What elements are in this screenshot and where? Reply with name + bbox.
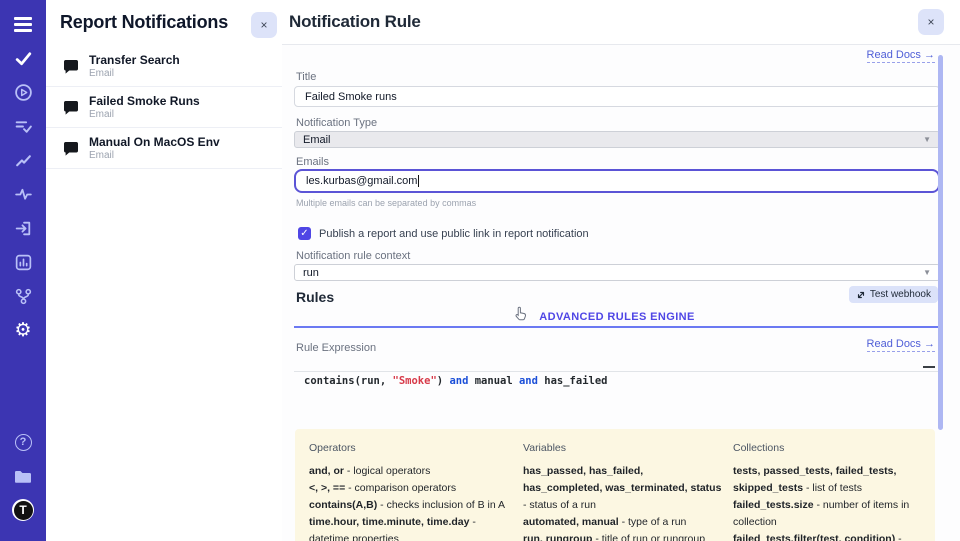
emails-input[interactable]: les.kurbas@gmail.com <box>294 169 940 193</box>
text-caret <box>418 175 419 187</box>
report-notifications-panel: Report Notifications × Transfer Search E… <box>46 0 282 541</box>
operators-heading: Operators <box>309 442 515 454</box>
item-subtitle: Email <box>89 68 180 79</box>
trend-steps-icon[interactable] <box>12 149 34 171</box>
folder-icon[interactable] <box>12 465 34 487</box>
context-label: Notification rule context <box>296 250 410 262</box>
help-entry: has_passed, has_failed, has_completed, w… <box>523 463 725 514</box>
context-value: run <box>303 267 319 279</box>
read-docs-link[interactable]: Read Docs → <box>867 338 935 352</box>
test-webhook-label: Test webhook <box>870 289 931 300</box>
activity-pulse-icon[interactable] <box>12 183 34 205</box>
git-fork-icon[interactable] <box>12 285 34 307</box>
help-entry: <, >, == - comparison operators <box>309 480 515 497</box>
help-entry: failed_tests.filter(test, condition) - f… <box>733 531 921 541</box>
tab-advanced-rules-engine[interactable]: ADVANCED RULES ENGINE <box>539 308 695 323</box>
resize-handle[interactable] <box>923 366 935 368</box>
title-value: Failed Smoke runs <box>305 91 397 103</box>
rule-expression-label: Rule Expression <box>296 342 376 354</box>
item-subtitle: Email <box>89 150 220 161</box>
app-window: ⚙ ? T Report Notifications × Transfer Se… <box>0 0 960 541</box>
chat-bubble-icon <box>62 58 80 75</box>
code-token: and <box>519 375 538 387</box>
checkbox-checked-icon[interactable] <box>298 227 311 240</box>
page-title: Notification Rule <box>289 12 421 32</box>
help-entry: time.hour, time.minute, time.day - datet… <box>309 514 515 541</box>
context-select[interactable]: run ▼ <box>294 264 940 281</box>
chevron-down-icon: ▼ <box>923 135 931 144</box>
title-input[interactable]: Failed Smoke runs <box>294 86 940 107</box>
hamburger-menu-icon[interactable] <box>12 13 34 35</box>
item-title: Manual On MacOS Env <box>89 135 220 149</box>
check-icon[interactable] <box>12 47 34 69</box>
list-item[interactable]: Failed Smoke Runs Email <box>46 87 282 128</box>
panel-close-button[interactable]: × <box>251 12 277 38</box>
help-entry: contains(A,B) - checks inclusion of B in… <box>309 497 515 514</box>
publish-checkbox-row[interactable]: Publish a report and use public link in … <box>298 227 589 240</box>
form-close-button[interactable]: × <box>918 9 944 35</box>
collections-heading: Collections <box>733 442 921 454</box>
help-entry: and, or - logical operators <box>309 463 515 480</box>
chevron-down-icon: ▼ <box>923 268 931 277</box>
code-token: ) <box>437 375 450 387</box>
bar-chart-icon[interactable] <box>12 251 34 273</box>
play-circle-icon[interactable] <box>12 81 34 103</box>
code-token: has_failed <box>538 375 608 387</box>
title-label: Title <box>296 71 316 83</box>
chat-bubble-icon <box>62 140 80 157</box>
help-entry: tests, passed_tests, failed_tests, skipp… <box>733 463 921 497</box>
emails-label: Emails <box>296 156 329 168</box>
notification-rule-form: Notification Rule × Read Docs → Title Fa… <box>282 0 960 541</box>
sidebar-rail: ⚙ ? T <box>0 0 46 541</box>
code-token: and <box>449 375 468 387</box>
vertical-scrollbar[interactable] <box>938 55 943 430</box>
mouse-cursor <box>514 306 527 326</box>
help-entry: run, rungroup - title of run or rungroup <box>523 531 725 541</box>
read-docs-link[interactable]: Read Docs → <box>867 49 935 63</box>
help-icon[interactable]: ? <box>12 431 34 453</box>
collections-column: Collections tests, passed_tests, failed_… <box>733 442 921 541</box>
notification-list: Transfer Search Email Failed Smoke Runs … <box>46 46 282 169</box>
rules-heading: Rules <box>296 289 334 305</box>
code-token: contains(run, <box>304 375 393 387</box>
help-entry: failed_tests.size - number of items in c… <box>733 497 921 531</box>
diagonal-arrows-icon <box>856 290 866 300</box>
emails-value: les.kurbas@gmail.com <box>306 175 417 187</box>
operators-column: Operators and, or - logical operators <,… <box>309 442 515 541</box>
variables-column: Variables has_passed, has_failed, has_co… <box>523 442 725 541</box>
task-list-icon[interactable] <box>12 115 34 137</box>
rule-expression-editor[interactable]: contains(run, "Smoke") and manual and ha… <box>294 371 942 387</box>
variables-heading: Variables <box>523 442 725 454</box>
sign-in-icon[interactable] <box>12 217 34 239</box>
list-item[interactable]: Manual On MacOS Env Email <box>46 128 282 169</box>
notification-type-label: Notification Type <box>296 117 377 129</box>
code-token: manual <box>468 375 519 387</box>
publish-checkbox-label: Publish a report and use public link in … <box>319 228 589 240</box>
panel-title: Report Notifications <box>60 12 228 33</box>
expression-help-panel: Operators and, or - logical operators <,… <box>295 429 935 541</box>
emails-hint: Multiple emails can be separated by comm… <box>296 198 476 208</box>
notification-type-select[interactable]: Email ▼ <box>294 131 940 148</box>
item-title: Transfer Search <box>89 53 180 67</box>
chat-bubble-icon <box>62 99 80 116</box>
settings-gear-icon[interactable]: ⚙ <box>12 319 34 341</box>
list-item[interactable]: Transfer Search Email <box>46 46 282 87</box>
rules-tabbar: ADVANCED RULES ENGINE <box>294 307 940 328</box>
item-subtitle: Email <box>89 109 200 120</box>
notification-type-value: Email <box>303 134 331 146</box>
code-token: "Smoke" <box>393 375 437 387</box>
app-logo[interactable]: T <box>12 499 34 521</box>
item-title: Failed Smoke Runs <box>89 94 200 108</box>
help-entry: automated, manual - type of a run <box>523 514 725 531</box>
test-webhook-button[interactable]: Test webhook <box>849 286 938 303</box>
